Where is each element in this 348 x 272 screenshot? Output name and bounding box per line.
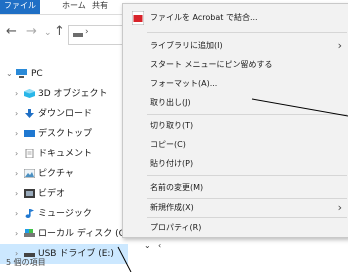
menu-item-label: フォーマット(A)... [150, 79, 218, 88]
breadcrumb-chevron-icon: › [85, 27, 89, 37]
tree-item-label: ビデオ [38, 189, 66, 199]
tree-item-desktop[interactable]: › デスクトップ [0, 124, 128, 144]
menu-item-label: ファイルを Acrobat で結合... [150, 13, 258, 22]
chevron-right-icon[interactable]: › [15, 104, 18, 124]
forward-icon[interactable]: → [26, 22, 37, 42]
menu-item-label: コピー(C) [150, 140, 186, 149]
tree-item-music[interactable]: › ミュージック [0, 204, 128, 224]
tree-item-label: ダウンロード [38, 109, 93, 119]
chevron-right-icon[interactable]: › [15, 184, 18, 204]
tree-item-label: 3D オブジェクト [38, 89, 108, 99]
scroll-down-icon[interactable]: ⌄ [144, 240, 151, 252]
menu-item-label: ライブラリに追加(I) [150, 41, 223, 50]
status-item-count: 5 個の項目 [6, 258, 46, 267]
cube-icon [24, 89, 35, 98]
chevron-down-icon[interactable]: ⌄ [6, 64, 13, 84]
share-tab[interactable]: 共有 [92, 0, 108, 12]
scroll-left-icon[interactable]: ‹ [158, 240, 161, 252]
tree-item-downloads[interactable]: › ダウンロード [0, 104, 128, 124]
address-bar[interactable]: › [68, 25, 129, 45]
menu-item-add-to-library[interactable]: ライブラリに追加(I) › [124, 36, 348, 56]
menu-item-copy[interactable]: コピー(C) [124, 135, 348, 155]
menu-item-label: 切り取り(T) [150, 121, 194, 130]
tree-item-label: デスクトップ [38, 129, 93, 139]
tree-item-documents[interactable]: › ドキュメント [0, 144, 128, 164]
document-icon [25, 149, 34, 158]
drive-icon [24, 229, 35, 237]
tree-item-local-disk[interactable]: › ローカル ディスク (C [0, 224, 128, 244]
tree-item-label: ピクチャ [38, 169, 74, 179]
file-tab-label: ファイル [4, 1, 36, 10]
menu-item-label: 取り出し(J) [150, 98, 191, 107]
menu-item-acrobat-combine[interactable]: ファイルを Acrobat で結合... [124, 8, 348, 28]
drive-path-icon [73, 33, 83, 37]
chevron-right-icon[interactable]: › [15, 124, 18, 144]
acrobat-icon [132, 11, 144, 25]
tree-item-pictures[interactable]: › ピクチャ [0, 164, 128, 184]
desktop-icon [24, 130, 35, 137]
music-icon [25, 209, 34, 218]
chevron-right-icon: › [337, 39, 342, 52]
menu-item-cut[interactable]: 切り取り(T) [124, 116, 348, 136]
video-icon [24, 189, 35, 198]
menu-item-rename[interactable]: 名前の変更(M) [124, 178, 348, 198]
chevron-right-icon[interactable]: › [15, 204, 18, 224]
tree-item-label: ドキュメント [38, 149, 93, 159]
tree-item-label: ローカル ディスク (C [38, 229, 125, 239]
navigation-bar: ← → ⌄ ↑ › [0, 22, 129, 46]
tree-item-label: USB ドライブ (E:) [38, 249, 114, 259]
menu-item-pin-to-start[interactable]: スタート メニューにピン留めする [124, 55, 348, 75]
menu-separator [147, 32, 347, 33]
chevron-right-icon: › [337, 201, 342, 214]
chevron-right-icon[interactable]: › [15, 224, 18, 244]
tree-item-3d-objects[interactable]: › 3D オブジェクト [0, 84, 128, 104]
menu-item-label: 貼り付け(P) [150, 159, 194, 168]
home-tab[interactable]: ホーム [62, 0, 86, 12]
menu-item-new[interactable]: 新規作成(X) › [124, 198, 348, 218]
menu-item-format[interactable]: フォーマット(A)... [124, 74, 348, 94]
scroll-controls: ⌄ ‹ [142, 240, 172, 252]
file-tab[interactable]: ファイル [0, 0, 40, 14]
menu-item-label: スタート メニューにピン留めする [150, 60, 273, 69]
tree-item-label: ミュージック [38, 209, 92, 219]
menu-item-eject[interactable]: 取り出し(J) [124, 93, 348, 113]
context-menu: ファイルを Acrobat で結合... ライブラリに追加(I) › スタート … [122, 3, 348, 238]
pictures-icon [24, 169, 35, 178]
chevron-right-icon[interactable]: › [15, 164, 18, 184]
chevron-right-icon[interactable]: › [15, 144, 18, 164]
tree-item-pc[interactable]: ⌄ PC [0, 64, 128, 84]
menu-item-label: 新規作成(X) [150, 203, 194, 212]
menu-item-properties[interactable]: プロパティ(R) [124, 218, 348, 238]
back-icon[interactable]: ← [6, 22, 17, 42]
chevron-right-icon[interactable]: › [15, 84, 18, 104]
menu-separator [147, 175, 347, 176]
menu-item-label: プロパティ(R) [150, 223, 202, 232]
recent-locations-icon[interactable]: ⌄ [44, 23, 52, 43]
pc-icon [16, 69, 27, 78]
menu-item-label: 名前の変更(M) [150, 183, 204, 192]
download-icon [25, 109, 34, 118]
up-icon[interactable]: ↑ [54, 22, 65, 42]
tree-item-label: PC [31, 69, 43, 79]
menu-separator [147, 114, 347, 115]
menu-item-paste[interactable]: 貼り付け(P) [124, 154, 348, 174]
tree-item-videos[interactable]: › ビデオ [0, 184, 128, 204]
